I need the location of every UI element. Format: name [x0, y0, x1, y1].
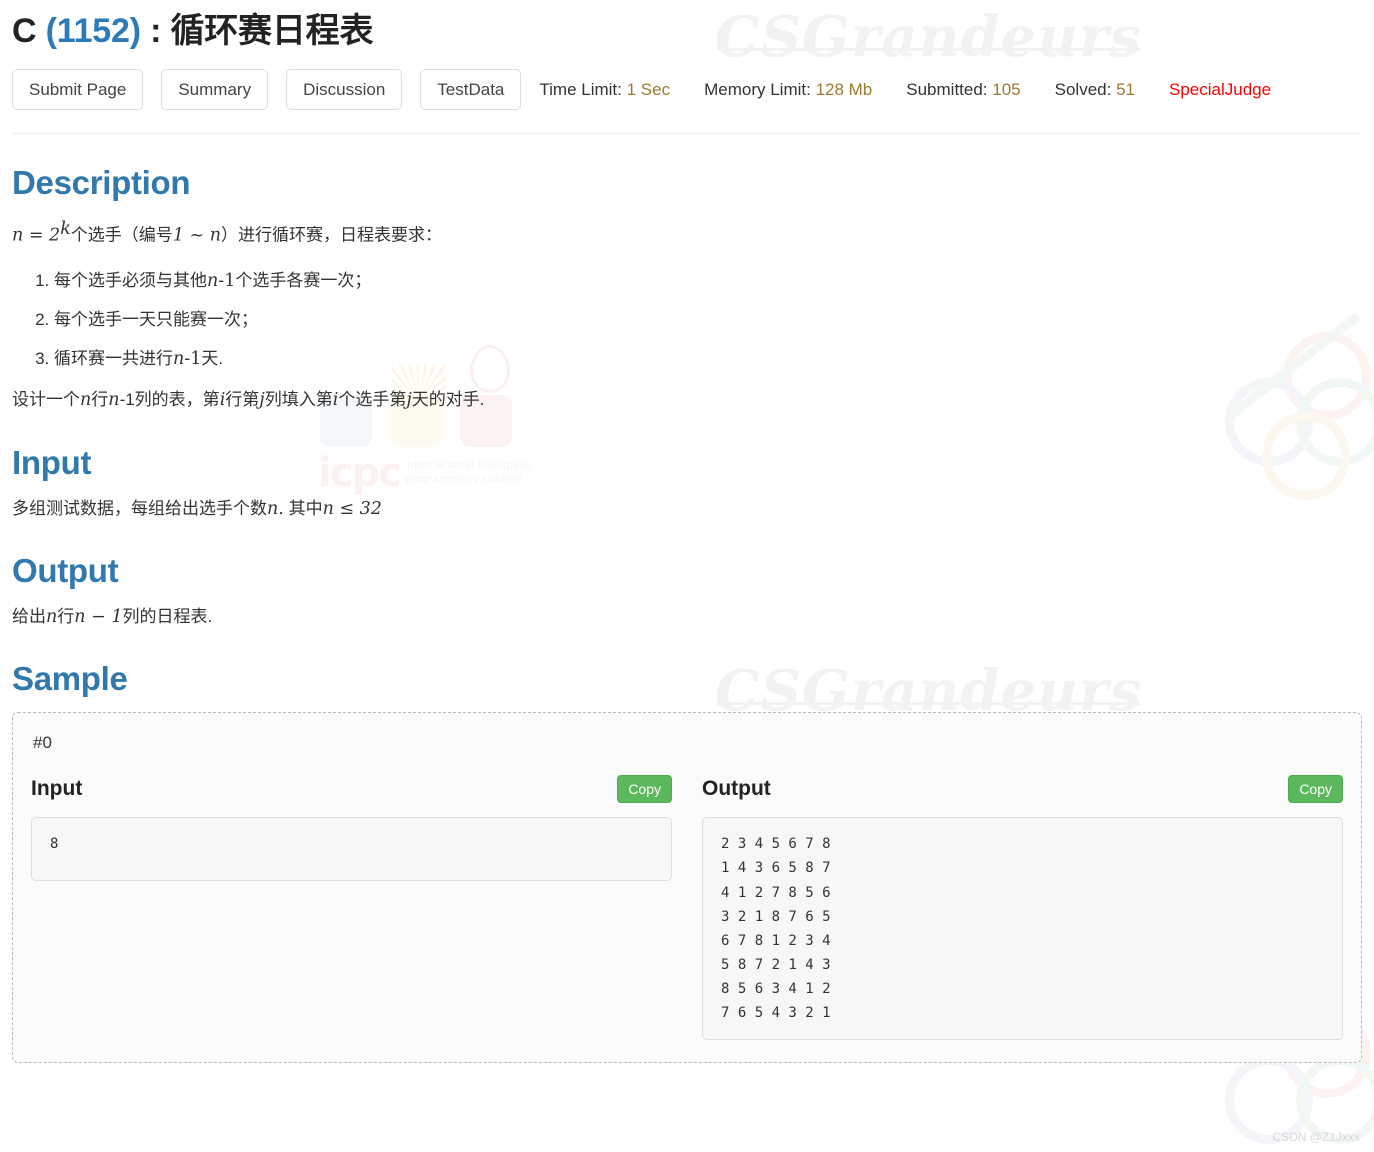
- description-intro: n = 2k个选手（编号1 ~ n）进行循环赛，日程表要求：: [12, 216, 1362, 249]
- sample-input-content: 8: [31, 817, 672, 882]
- sample-output-title: Output: [702, 777, 771, 801]
- input-description: 多组测试数据，每组给出选手个数n. 其中n ≤ 32: [12, 496, 1362, 522]
- submitted-stat: Submitted: 105: [906, 80, 1020, 100]
- problem-stats: Time Limit: 1 Sec Memory Limit: 128 Mb S…: [539, 80, 1271, 100]
- problem-id: (1152): [45, 12, 141, 50]
- sample-heading: Sample: [12, 660, 128, 698]
- description-heading: Description: [12, 163, 191, 201]
- toolbar-divider: [12, 132, 1362, 134]
- time-limit-label: Time Limit:: [539, 79, 622, 99]
- desc-intro-range: 1 ~ n: [172, 225, 222, 246]
- description-rule-list: 每个选手必须与其他n-1个选手各赛一次； 每个选手一天只能赛一次； 循环赛一共进…: [12, 266, 1362, 369]
- rule-item-3: 循环赛一共进行n-1天.: [54, 344, 1362, 369]
- input-p1: 多组测试数据，每组给出选手个数: [12, 498, 267, 518]
- copy-input-button[interactable]: Copy: [617, 775, 672, 804]
- closing-m2: n: [108, 390, 120, 411]
- desc-intro-exponent: k: [60, 218, 71, 239]
- submitted-label: Submitted:: [906, 79, 988, 99]
- rule-1-pre: 每个选手必须与其他: [54, 271, 207, 291]
- rule-item-2: 每个选手一天只能赛一次；: [54, 305, 1362, 330]
- problem-title-text: 循环赛日程表: [170, 12, 374, 50]
- rule-3-pre: 循环赛一共进行: [54, 349, 173, 369]
- sample-input-title: Input: [31, 777, 83, 801]
- rule-item-1: 每个选手必须与其他n-1个选手各赛一次；: [54, 266, 1362, 291]
- sample-output-column: Output Copy 2 3 4 5 6 7 8 1 4 3 6 5 8 7 …: [702, 775, 1343, 1040]
- rule-3-mid: -1: [184, 349, 202, 370]
- rule-3-post: 天.: [201, 349, 224, 369]
- closing-p6: 个选手第: [338, 390, 407, 410]
- output-p2: 行: [57, 606, 75, 626]
- output-description: 给出n行n − 1列的日程表.: [12, 604, 1362, 630]
- sample-input-column: Input Copy 8: [31, 775, 672, 1040]
- solved-stat: Solved: 51: [1055, 80, 1135, 100]
- sample-output-header: Output Copy: [702, 775, 1343, 804]
- output-m2: n − 1: [74, 606, 123, 627]
- memory-limit-value: 128 Mb: [815, 79, 873, 99]
- solved-label: Solved:: [1054, 79, 1112, 99]
- output-m1: n: [46, 606, 58, 627]
- rule-3-math: n: [173, 349, 185, 370]
- desc-intro-suffix: ）进行循环赛，日程表要求：: [221, 225, 443, 245]
- sample-case-box: #0 Input Copy 8 Output Copy 2 3 4 5 6 7 …: [12, 712, 1362, 1063]
- time-limit-value: 1 Sec: [626, 79, 671, 99]
- memory-limit-label: Memory Limit:: [704, 79, 811, 99]
- input-m2: n ≤ 32: [322, 498, 382, 519]
- desc-intro-math-prefix: n = 2: [12, 225, 61, 246]
- solved-value: 51: [1116, 79, 1135, 99]
- testdata-button[interactable]: TestData: [420, 68, 522, 111]
- description-closing: 设计一个n行n-1列的表，第i行第j列填入第i个选手第j天的对手.: [12, 387, 1362, 413]
- sample-input-header: Input Copy: [31, 775, 672, 804]
- sample-io-grid: Input Copy 8 Output Copy 2 3 4 5 6 7 8 1…: [31, 775, 1343, 1040]
- sample-output-content: 2 3 4 5 6 7 8 1 4 3 6 5 8 7 4 1 2 7 8 5 …: [702, 817, 1343, 1040]
- closing-p7: 天的对手.: [411, 390, 485, 410]
- closing-p3: -1列的表，第: [119, 390, 220, 410]
- closing-p1: 设计一个: [12, 390, 80, 410]
- discussion-button[interactable]: Discussion: [286, 68, 403, 111]
- output-heading: Output: [12, 551, 119, 589]
- title-separator: :: [140, 12, 171, 50]
- submit-page-button[interactable]: Submit Page: [12, 68, 144, 111]
- time-limit-stat: Time Limit: 1 Sec: [539, 80, 670, 100]
- input-heading: Input: [12, 443, 92, 481]
- rule-1-math: n: [207, 271, 219, 292]
- rule-1-mid: -1: [218, 271, 236, 292]
- output-p1: 给出: [12, 606, 46, 626]
- closing-p4: 行第: [225, 390, 260, 410]
- input-m1: n.: [267, 498, 284, 519]
- submitted-value: 105: [992, 79, 1021, 99]
- input-p2: 其中: [283, 498, 323, 518]
- special-judge-badge: SpecialJudge: [1169, 79, 1272, 99]
- closing-m1: n: [80, 390, 92, 411]
- closing-p5: 列填入第: [264, 390, 333, 410]
- problem-page: C (1152) : 循环赛日程表 Submit Page Summary Di…: [0, 10, 1374, 1063]
- summary-button[interactable]: Summary: [161, 68, 269, 111]
- sample-case-id: #0: [33, 733, 52, 753]
- problem-toolbar: Submit Page Summary Discussion TestData …: [12, 67, 1362, 113]
- page-title: C (1152) : 循环赛日程表: [12, 10, 1362, 53]
- rule-2-pre: 每个选手一天只能赛一次；: [54, 310, 258, 330]
- problem-letter: C: [12, 12, 37, 50]
- closing-p2: 行: [91, 390, 109, 410]
- rule-1-post: 个选手各赛一次；: [235, 271, 372, 291]
- memory-limit-stat: Memory Limit: 128 Mb: [704, 80, 872, 100]
- output-p3: 列的日程表.: [122, 606, 213, 626]
- desc-intro-mid: 个选手（编号: [70, 225, 173, 245]
- copy-output-button[interactable]: Copy: [1288, 775, 1343, 804]
